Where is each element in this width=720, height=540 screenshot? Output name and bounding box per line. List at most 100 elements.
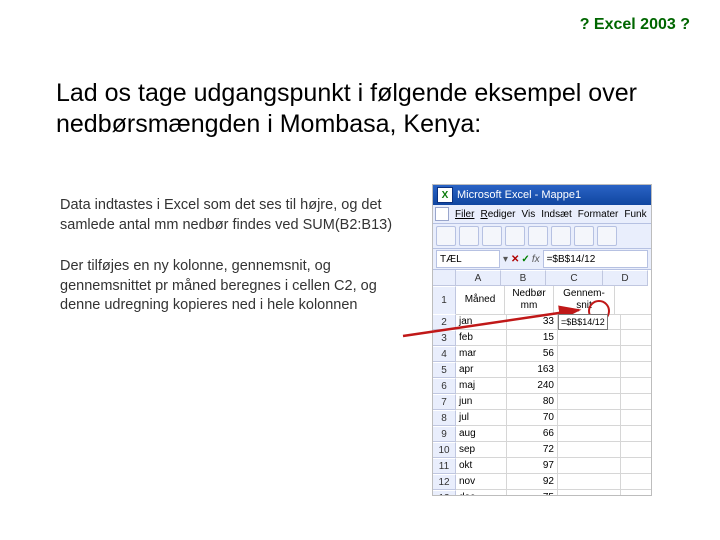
cell-D[interactable] (621, 410, 652, 426)
cell-D[interactable] (621, 362, 652, 378)
row-head[interactable]: 6 (433, 378, 456, 394)
table-row: 6maj240 (433, 378, 651, 394)
toolbar-button[interactable] (597, 226, 617, 246)
cell-B[interactable]: 70 (507, 410, 558, 426)
row-head[interactable]: 10 (433, 442, 456, 458)
cancel-icon[interactable]: ✕ (511, 254, 519, 265)
cell-D[interactable] (621, 426, 652, 442)
cell-C[interactable] (558, 474, 621, 490)
cell-D[interactable] (621, 474, 652, 490)
menu-filer[interactable]: Filer (455, 209, 474, 220)
cell-D[interactable] (621, 378, 652, 394)
menu-rediger[interactable]: Rediger (480, 209, 515, 220)
row-head[interactable]: 13 (433, 490, 456, 496)
toolbar (433, 224, 651, 249)
fx-icon[interactable]: fx (532, 254, 540, 265)
cell-D[interactable] (621, 394, 652, 410)
row-head[interactable]: 7 (433, 394, 456, 410)
cell-C[interactable] (558, 410, 621, 426)
enter-icon[interactable]: ✓ (521, 254, 529, 265)
cell-C[interactable] (558, 346, 621, 362)
cell-D[interactable] (621, 458, 652, 474)
name-box[interactable]: TÆL (436, 250, 500, 268)
cell-C[interactable] (558, 442, 621, 458)
cell-D[interactable] (621, 346, 652, 362)
cell-A[interactable]: jul (456, 410, 507, 426)
row-head[interactable]: 8 (433, 410, 456, 426)
menu-formater[interactable]: Formater (578, 209, 619, 220)
file-menu-icon[interactable] (435, 207, 449, 221)
formula-input[interactable]: =$B$14/12 (543, 250, 648, 268)
cell-C[interactable] (558, 378, 621, 394)
cell-C1[interactable]: Gennem- snit (554, 286, 615, 315)
menu-vis[interactable]: Vis (522, 209, 536, 220)
cell-A[interactable]: aug (456, 426, 507, 442)
row-head[interactable]: 11 (433, 458, 456, 474)
cell-A1[interactable]: Måned (456, 286, 505, 315)
cell-B[interactable]: 33 (507, 314, 558, 330)
cell-B1[interactable]: Nedbør mm (505, 286, 554, 315)
col-A[interactable]: A (456, 270, 501, 286)
cell-B[interactable]: 97 (507, 458, 558, 474)
toolbar-button[interactable] (482, 226, 502, 246)
cell-A[interactable]: apr (456, 362, 507, 378)
cell-B[interactable]: 240 (507, 378, 558, 394)
table-row: 4mar56 (433, 346, 651, 362)
excel-screenshot: X Microsoft Excel - Mappe1 Filer Rediger… (432, 184, 652, 496)
cell-A[interactable]: nov (456, 474, 507, 490)
col-C[interactable]: C (546, 270, 603, 286)
toolbar-button[interactable] (505, 226, 525, 246)
cell-B[interactable]: 66 (507, 426, 558, 442)
menu-indsaet[interactable]: Indsæt (541, 209, 572, 220)
cell-A[interactable]: jan (456, 314, 507, 330)
toolbar-button[interactable] (459, 226, 479, 246)
cell-A[interactable]: mar (456, 346, 507, 362)
cell-D[interactable] (621, 490, 652, 496)
cell-D[interactable] (621, 314, 652, 330)
excel-app-icon: X (437, 187, 453, 203)
cell-B[interactable]: 80 (507, 394, 558, 410)
cell-C[interactable] (558, 426, 621, 442)
toolbar-button[interactable] (436, 226, 456, 246)
cell-A[interactable]: maj (456, 378, 507, 394)
paragraph-2: Der tilføjes en ny kolonne, gennemsnit, … (60, 257, 400, 316)
table-row: 2jan33 (433, 314, 651, 330)
cell-A[interactable]: jun (456, 394, 507, 410)
cell-C[interactable] (558, 362, 621, 378)
cell-C[interactable] (558, 490, 621, 496)
cell-D[interactable] (621, 442, 652, 458)
cell-B[interactable]: 163 (507, 362, 558, 378)
cell-C[interactable] (558, 330, 621, 346)
select-all-corner[interactable] (433, 270, 456, 286)
row-head[interactable]: 9 (433, 426, 456, 442)
table-row: 11okt97 (433, 458, 651, 474)
row-head[interactable]: 5 (433, 362, 456, 378)
menu-funk[interactable]: Funk (624, 209, 646, 220)
cell-B[interactable]: 92 (507, 474, 558, 490)
toolbar-button[interactable] (551, 226, 571, 246)
row-head[interactable]: 3 (433, 330, 456, 346)
cell-C[interactable] (558, 314, 621, 330)
cell-B[interactable]: 72 (507, 442, 558, 458)
row-1-head[interactable]: 1 (433, 286, 456, 316)
cell-A[interactable]: sep (456, 442, 507, 458)
toolbar-button[interactable] (574, 226, 594, 246)
cell-B[interactable]: 75 (507, 490, 558, 496)
cell-D[interactable] (621, 330, 652, 346)
toolbar-button[interactable] (528, 226, 548, 246)
row-head[interactable]: 2 (433, 314, 456, 330)
cell-A[interactable]: okt (456, 458, 507, 474)
cell-D1[interactable] (615, 286, 652, 315)
cell-C[interactable] (558, 458, 621, 474)
cell-A[interactable]: feb (456, 330, 507, 346)
col-B[interactable]: B (501, 270, 546, 286)
col-D[interactable]: D (603, 270, 648, 286)
table-row: 9aug66 (433, 426, 651, 442)
cell-B[interactable]: 15 (507, 330, 558, 346)
cell-B[interactable]: 56 (507, 346, 558, 362)
row-head[interactable]: 12 (433, 474, 456, 490)
cell-A[interactable]: dec (456, 490, 507, 496)
cell-C[interactable] (558, 394, 621, 410)
row-head[interactable]: 4 (433, 346, 456, 362)
namebox-dropdown-icon[interactable]: ▾ (503, 254, 508, 265)
